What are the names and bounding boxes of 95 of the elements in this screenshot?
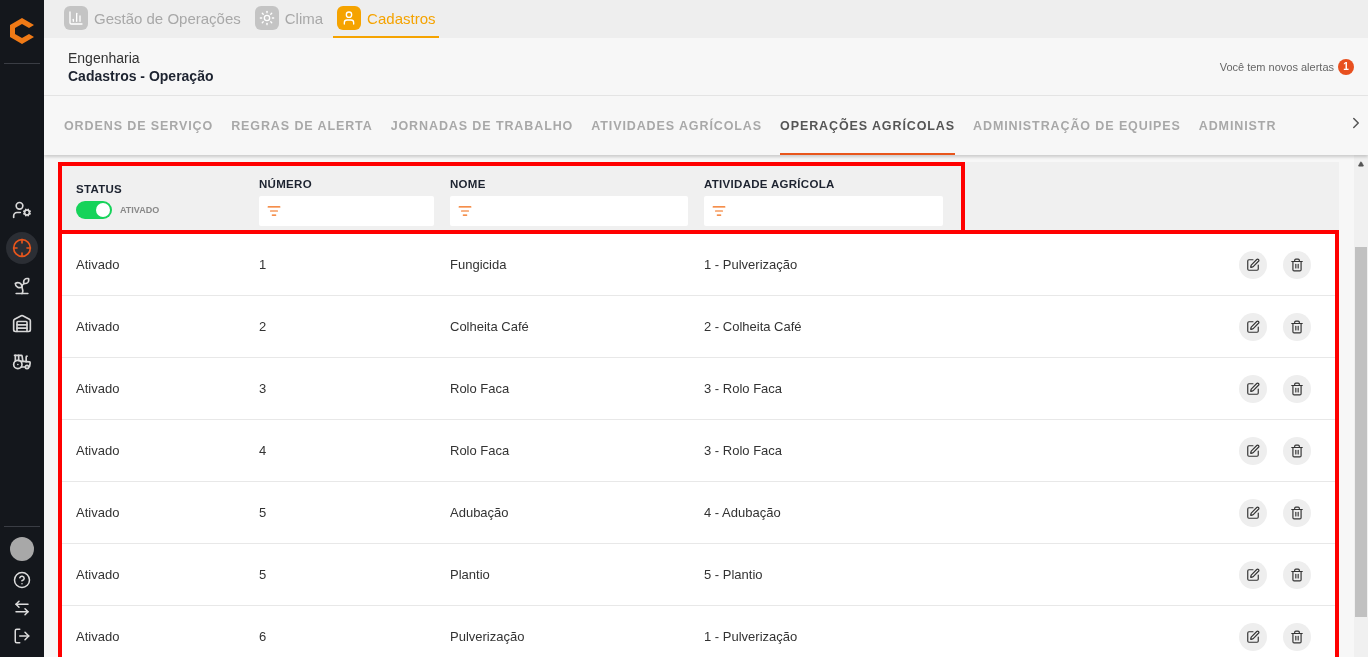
table-cell-text: 3 - Rolo Faca [704, 443, 784, 458]
alerts-text[interactable]: Você tem novos alertas [1219, 60, 1334, 73]
column-header: ATIVIDADE AGRÍCOLA [704, 178, 836, 190]
status-toggle[interactable] [76, 201, 112, 219]
delete-button[interactable] [1283, 560, 1311, 589]
column-header: NÚMERO [259, 178, 313, 190]
table-cell-text: 3 [259, 381, 268, 396]
toggle-label: ATIVADO [120, 205, 160, 215]
section-name: Engenharia [68, 49, 141, 66]
filter-field[interactable] [450, 196, 688, 226]
table-cell-text: Rolo Faca [450, 381, 511, 396]
nav-tab[interactable]: ADMINISTR [1198, 96, 1277, 155]
edit-button[interactable] [1239, 560, 1267, 589]
edit-button[interactable] [1239, 374, 1267, 403]
nav-tab[interactable]: OPERAÇÕES AGRÍCOLAS [780, 96, 956, 155]
table-cell-text: Ativado [76, 381, 121, 396]
trash-icon [1290, 505, 1304, 520]
logout-icon[interactable] [13, 627, 31, 645]
table-cell-text: 2 - Colheita Café [704, 319, 803, 334]
nav-tab[interactable]: REGRAS DE ALERTA [231, 96, 373, 155]
table-cell-text: Plantio [450, 567, 491, 582]
column-header: STATUS [76, 183, 124, 195]
table-cell-text: 5 - Plantio [704, 567, 764, 582]
table-cell-text: 1 [259, 257, 268, 272]
table-cell-text: Adubação [450, 505, 510, 520]
sun-icon [254, 6, 279, 30]
table-cell-text: 1 - Pulverização [704, 257, 799, 272]
alerts-count: 1 [1338, 58, 1354, 75]
edit-button[interactable] [1239, 312, 1267, 341]
table-cell-text: 4 - Adubação [704, 505, 782, 520]
table-cell-text: Fungicida [450, 257, 508, 272]
edit-icon [1246, 505, 1260, 520]
trash-icon [1290, 319, 1304, 334]
table-cell-text: Ativado [76, 567, 121, 582]
tab-label: Gestão de Operações [94, 9, 241, 27]
filter-field[interactable] [704, 196, 943, 226]
table-cell-text: Ativado [76, 629, 121, 644]
delete-button[interactable] [1283, 250, 1311, 279]
table-cell-text: Ativado [76, 505, 121, 520]
trash-icon [1290, 257, 1304, 272]
nav-tab[interactable]: ATIVIDADES AGRÍCOLAS [591, 96, 763, 155]
trash-icon [1290, 381, 1304, 396]
trash-icon [1290, 443, 1304, 458]
edit-button[interactable] [1239, 436, 1267, 465]
edit-icon [1246, 443, 1260, 458]
target-icon[interactable] [6, 232, 38, 264]
edit-icon [1246, 567, 1260, 582]
table-cell-text: Ativado [76, 443, 121, 458]
scroll-up-icon[interactable] [1358, 161, 1364, 167]
app-tab[interactable]: Cadastros [333, 0, 440, 38]
table-cell-text: 5 [259, 567, 268, 582]
trash-icon [1290, 567, 1304, 582]
delete-button[interactable] [1283, 436, 1311, 465]
delete-button[interactable] [1283, 498, 1311, 527]
swap-icon[interactable] [13, 599, 31, 617]
edit-icon [1246, 257, 1260, 272]
table-cell-text: 6 [259, 629, 268, 644]
table-cell-text: Ativado [76, 319, 121, 334]
avatar[interactable] [10, 537, 34, 561]
tab-label: Cadastros [367, 9, 436, 27]
table-cell-text: Colheita Café [450, 319, 530, 334]
edit-icon [1246, 629, 1260, 644]
nav-tab[interactable]: JORNADAS DE TRABALHO [390, 96, 574, 155]
nav-tab[interactable]: ADMINISTRAÇÃO DE EQUIPES [973, 96, 1181, 155]
filter-icon [458, 204, 472, 218]
table-cell-text: 1 - Pulverização [704, 629, 799, 644]
table-cell-text: 5 [259, 505, 268, 520]
delete-button[interactable] [1283, 622, 1311, 651]
filter-icon [267, 204, 281, 218]
trash-icon [1290, 629, 1304, 644]
page-title: Cadastros - Operação [68, 67, 214, 84]
table-cell-text: Rolo Faca [450, 443, 511, 458]
filter-field[interactable] [259, 196, 434, 226]
app-tab[interactable]: Gestão de Operações [60, 0, 245, 38]
user-icon [337, 6, 362, 30]
table-cell-text: 2 [259, 319, 268, 334]
edit-button[interactable] [1239, 250, 1267, 279]
edit-button[interactable] [1239, 622, 1267, 651]
chart-icon [64, 6, 88, 30]
table-cell-text: Pulverização [450, 629, 526, 644]
edit-icon [1246, 381, 1260, 396]
tab-label: Clima [284, 9, 324, 27]
nav-tab[interactable]: ORDENS DE SERVIÇO [64, 96, 214, 155]
table-cell-text: 3 - Rolo Faca [704, 381, 784, 396]
table-cell-text: Ativado [76, 257, 121, 272]
delete-button[interactable] [1283, 374, 1311, 403]
edit-button[interactable] [1239, 498, 1267, 527]
column-header: NOME [450, 178, 487, 190]
app-tab[interactable]: Clima [250, 0, 328, 38]
filter-icon [712, 204, 726, 218]
edit-icon [1246, 319, 1260, 334]
scrollbar-thumb[interactable] [1355, 247, 1367, 617]
delete-button[interactable] [1283, 312, 1311, 341]
help-icon[interactable] [13, 571, 31, 589]
table-cell-text: 4 [259, 443, 268, 458]
